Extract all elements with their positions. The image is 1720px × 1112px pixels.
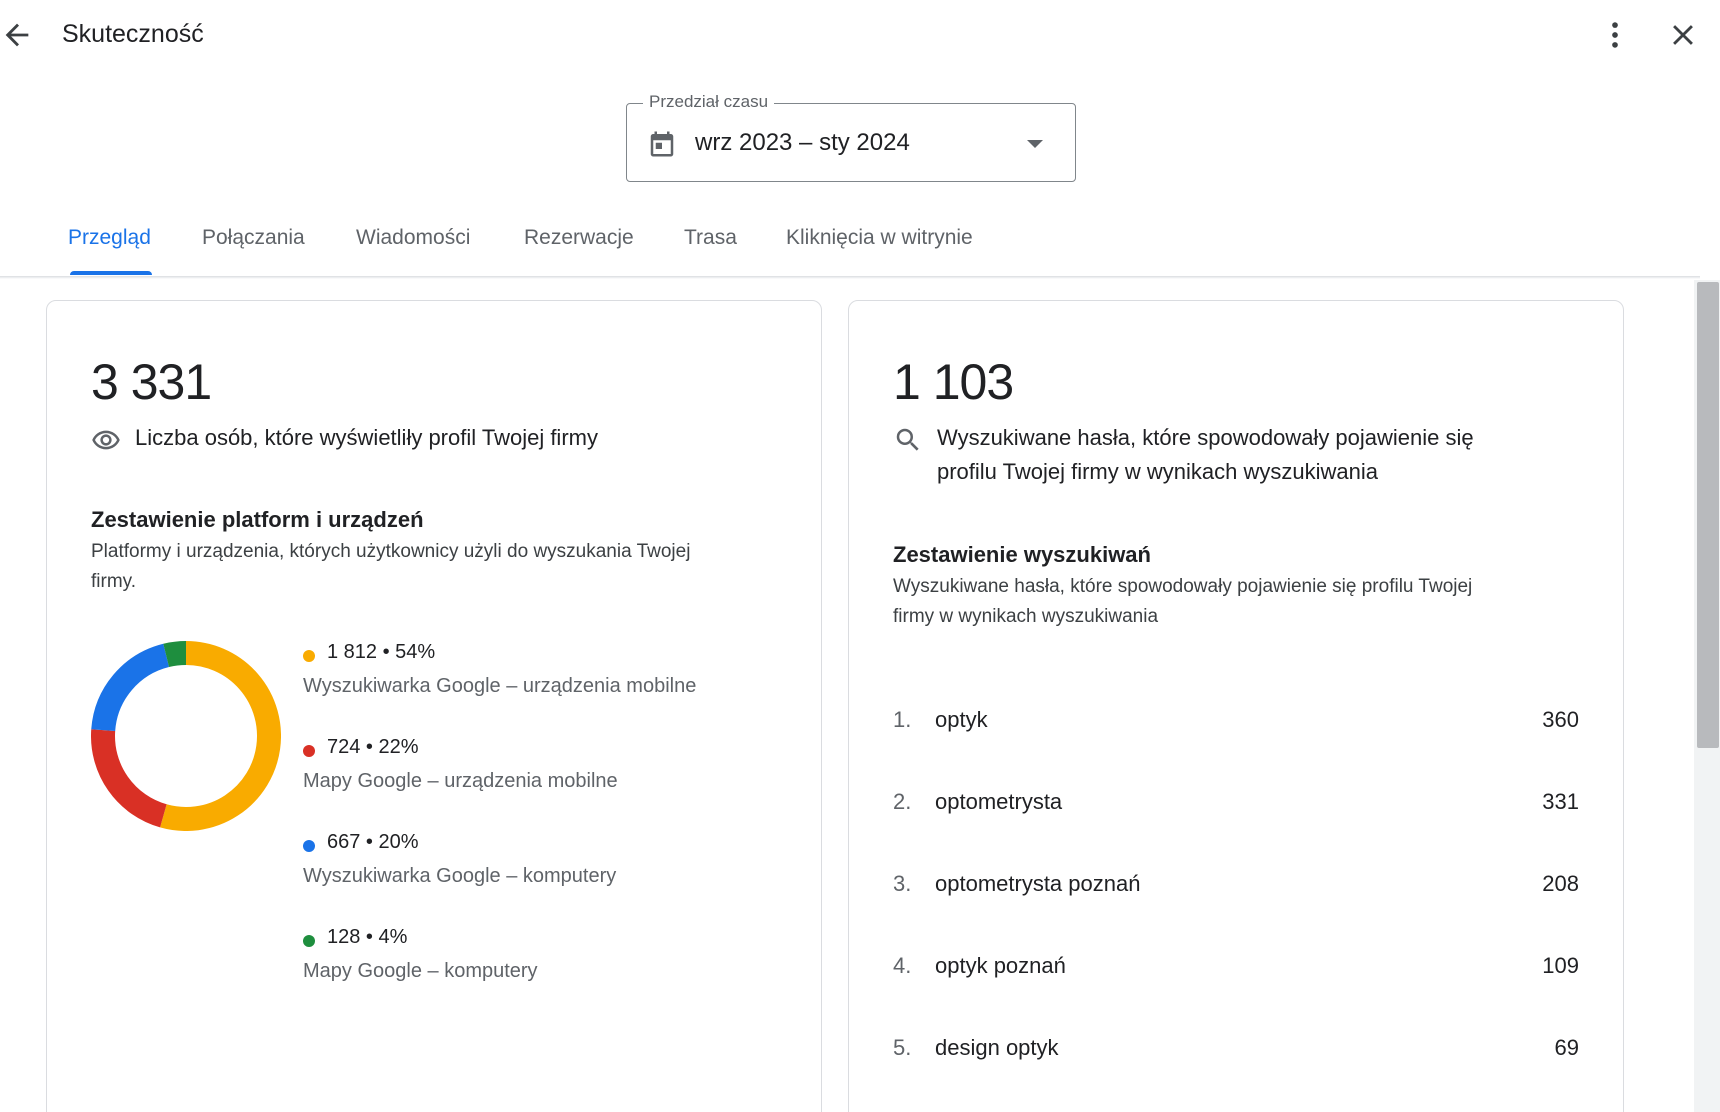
more-vert-icon[interactable] <box>1598 18 1632 52</box>
legend-dot-search-mobile <box>303 650 315 662</box>
profile-views-total: 3 331 <box>91 354 212 410</box>
eye-icon <box>91 425 121 455</box>
search-term-text: design optyk <box>935 1035 1059 1060</box>
tab-bookings[interactable]: Rezerwacje <box>524 226 634 250</box>
search-terms-total: 1 103 <box>893 354 1014 410</box>
search-term-count: 208 <box>1542 871 1579 896</box>
tab-bar: Przegląd Połączania Wiadomości Rezerwacj… <box>0 222 1720 276</box>
close-icon[interactable] <box>1666 18 1700 52</box>
tab-calls[interactable]: Połączania <box>202 226 305 250</box>
legend-dot-maps-desktop <box>303 935 315 947</box>
donut-slice-search-desktop <box>91 643 170 732</box>
searches-section-desc-line2: firmy w wynikach wyszukiwania <box>893 606 1159 627</box>
legend-value-search-mobile: 1 812 • 54% <box>327 641 436 663</box>
searches-section-title: Zestawienie wyszukiwań <box>893 542 1151 567</box>
tabs-divider <box>0 276 1700 279</box>
legend-label-search-desktop: Wyszukiwarka Google – komputery <box>303 865 617 887</box>
search-term-text: optometrysta <box>935 789 1063 814</box>
tab-overview[interactable]: Przegląd <box>68 226 151 250</box>
legend-label-maps-desktop: Mapy Google – komputery <box>303 960 538 982</box>
date-range-select[interactable]: Przedział czasu wrz 2023 – sty 2024 <box>626 92 1076 182</box>
search-term-row: 1. optyk 360 <box>893 701 1579 741</box>
search-term-row: 4. optyk poznań 109 <box>893 947 1579 987</box>
tab-messages[interactable]: Wiadomości <box>356 226 470 250</box>
tab-directions[interactable]: Trasa <box>684 226 737 250</box>
search-term-count: 331 <box>1542 789 1579 814</box>
profile-views-card: 3 331 Liczba osób, które wyświetliły pro… <box>46 300 822 1112</box>
header-bar: Skuteczność <box>0 0 1720 72</box>
legend-label-search-mobile: Wyszukiwarka Google – urządzenia mobilne <box>303 675 697 697</box>
search-term-count: 360 <box>1542 707 1579 732</box>
platforms-donut-chart <box>91 641 281 831</box>
page-title: Skuteczność <box>62 20 204 48</box>
search-term-text: optyk poznań <box>935 953 1066 978</box>
platforms-section-desc-line2: firmy. <box>91 571 137 592</box>
arrow-back-icon[interactable] <box>0 18 34 52</box>
tab-website-clicks[interactable]: Kliknięcia w witrynie <box>786 226 973 250</box>
profile-views-label: Liczba osób, które wyświetliły profil Tw… <box>135 425 598 450</box>
searches-section-desc-line1: Wyszukiwane hasła, które spowodowały poj… <box>893 576 1473 597</box>
legend-dot-search-desktop <box>303 840 315 852</box>
search-term-row: 3. optometrysta poznań 208 <box>893 865 1579 905</box>
calendar-icon <box>647 128 677 160</box>
search-term-rank: 2. <box>893 789 912 814</box>
search-term-count: 69 <box>1554 1035 1579 1060</box>
search-term-row: 5. design optyk 69 <box>893 1029 1579 1069</box>
dropdown-caret-icon <box>1027 140 1043 148</box>
donut-slice-search-mobile <box>160 641 281 831</box>
scrollbar-thumb[interactable] <box>1697 282 1719 748</box>
search-term-row: 2. optometrysta 331 <box>893 783 1579 823</box>
search-term-text: optometrysta poznań <box>935 871 1141 896</box>
legend-value-search-desktop: 667 • 20% <box>327 831 419 853</box>
search-terms-label-line1: Wyszukiwane hasła, które spowodowały poj… <box>937 425 1474 450</box>
active-tab-indicator <box>70 271 152 275</box>
search-term-text: optyk <box>935 707 988 732</box>
date-range-value: wrz 2023 – sty 2024 <box>695 129 910 156</box>
platforms-section-title: Zestawienie platform i urządzeń <box>91 507 424 532</box>
search-term-count: 109 <box>1542 953 1579 978</box>
donut-slice-maps-mobile <box>91 729 168 828</box>
search-terms-card: 1 103 Wyszukiwane hasła, które spowodowa… <box>848 300 1624 1112</box>
legend-value-maps-desktop: 128 • 4% <box>327 926 408 948</box>
search-terms-label-line2: profilu Twojej firmy w wynikach wyszukiw… <box>937 459 1378 484</box>
date-range-label: Przedział czasu <box>643 92 775 112</box>
search-term-rank: 5. <box>893 1035 912 1060</box>
legend-label-maps-mobile: Mapy Google – urządzenia mobilne <box>303 770 618 792</box>
donut-slice-maps-desktop <box>163 641 187 668</box>
search-term-rank: 1. <box>893 707 912 732</box>
platforms-section-desc-line1: Platformy i urządzenia, których użytkown… <box>91 541 691 562</box>
legend-value-maps-mobile: 724 • 22% <box>327 736 419 758</box>
search-icon <box>893 425 923 455</box>
legend-dot-maps-mobile <box>303 745 315 757</box>
search-term-rank: 4. <box>893 953 912 978</box>
search-term-rank: 3. <box>893 871 912 896</box>
